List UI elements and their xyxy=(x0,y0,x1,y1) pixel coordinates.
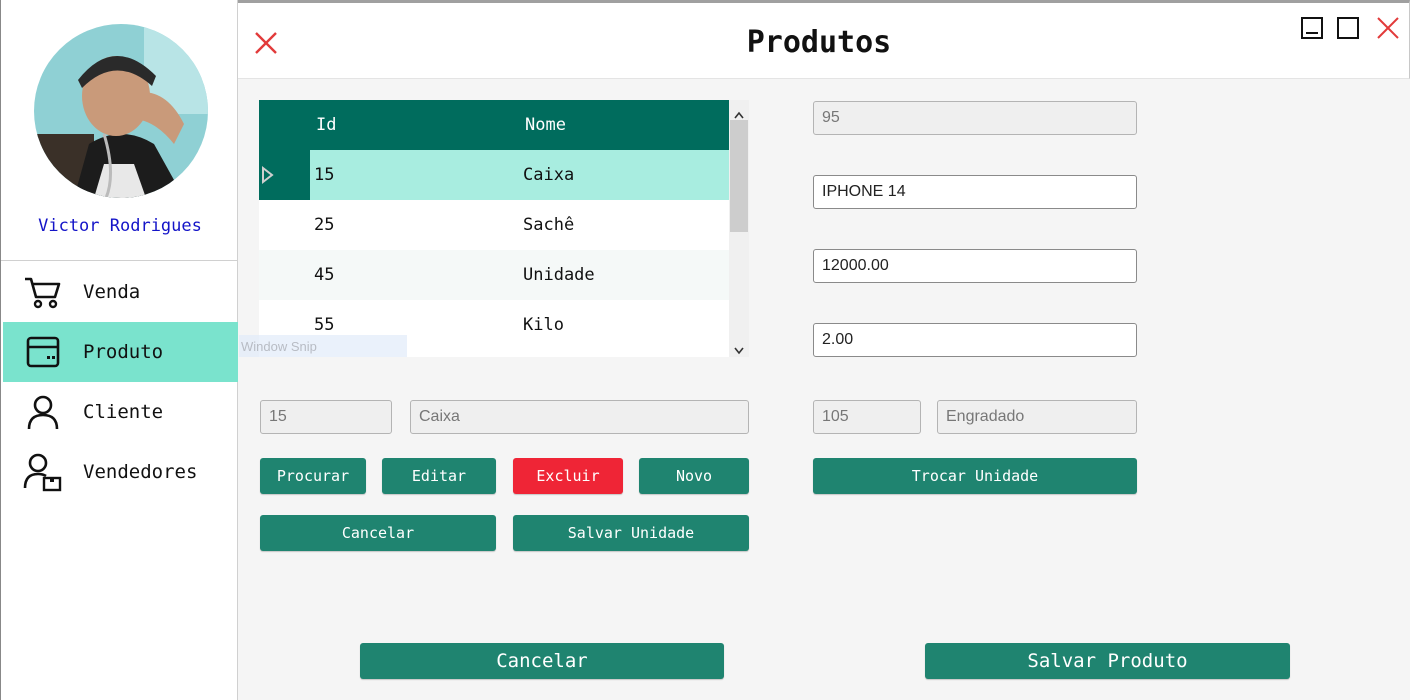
user-name: Victor Rodrigues xyxy=(38,216,202,236)
column-header-id[interactable]: Id xyxy=(316,115,336,135)
table-row[interactable]: 25 Sachê xyxy=(259,200,729,250)
minimize-icon[interactable] xyxy=(1299,15,1325,41)
table-row[interactable]: 45 Unidade xyxy=(259,250,729,300)
user-icon xyxy=(23,392,63,432)
excluir-button[interactable]: Excluir xyxy=(513,458,623,494)
box-icon xyxy=(23,332,63,372)
maximize-icon[interactable] xyxy=(1335,15,1361,41)
product-price-field[interactable] xyxy=(813,249,1137,283)
procurar-button[interactable]: Procurar xyxy=(260,458,366,494)
cell-nome: Kilo xyxy=(523,315,564,335)
sidebar-item-venda[interactable]: Venda xyxy=(3,262,238,322)
table-row[interactable]: 15 Caixa xyxy=(259,150,729,200)
novo-button[interactable]: Novo xyxy=(639,458,749,494)
salvar-produto-button[interactable]: Salvar Produto xyxy=(925,643,1290,679)
cell-id: 25 xyxy=(314,215,335,235)
page-title: Produtos xyxy=(746,25,892,60)
cancelar-unidade-button[interactable]: Cancelar xyxy=(260,515,496,551)
sidebar-item-vendedores[interactable]: Vendedores xyxy=(3,442,238,502)
cell-nome: Unidade xyxy=(523,265,595,285)
row-pointer-icon xyxy=(262,165,274,185)
trocar-unidade-button[interactable]: Trocar Unidade xyxy=(813,458,1137,494)
editar-button[interactable]: Editar xyxy=(382,458,496,494)
row-header xyxy=(259,150,310,200)
cart-icon xyxy=(23,272,63,312)
avatar-image xyxy=(34,24,208,198)
sidebar-item-label: Cliente xyxy=(83,401,164,423)
unit-id-field[interactable] xyxy=(260,400,392,434)
salvar-unidade-button[interactable]: Salvar Unidade xyxy=(513,515,749,551)
product-unit-name-field[interactable] xyxy=(937,400,1137,434)
unit-name-field[interactable] xyxy=(410,400,749,434)
table-scrollbar[interactable] xyxy=(729,100,749,357)
table-header: Id Nome xyxy=(259,100,729,150)
product-name-field[interactable] xyxy=(813,175,1137,209)
seller-icon xyxy=(23,452,63,492)
scroll-up-icon[interactable] xyxy=(733,105,745,119)
sidebar: Victor Rodrigues Venda Produto Cliente V… xyxy=(0,0,239,700)
cell-id: 55 xyxy=(314,315,335,335)
avatar xyxy=(34,24,208,198)
units-table: Id Nome 15 Caixa 25 Sachê 45 Unidade 55 … xyxy=(259,100,749,357)
window-snip-overlay: Window Snip xyxy=(239,335,407,357)
scroll-thumb[interactable] xyxy=(730,120,748,232)
sidebar-item-cliente[interactable]: Cliente xyxy=(3,382,238,442)
main-content: Produtos Id Nome 15 Caixa 25 Sachê 45 Un… xyxy=(238,0,1410,700)
title-bar: Produtos xyxy=(238,0,1410,79)
sidebar-item-label: Produto xyxy=(83,341,164,363)
cell-id: 15 xyxy=(314,165,335,185)
cell-nome: Sachê xyxy=(523,215,575,235)
sidebar-item-label: Vendedores xyxy=(83,461,198,483)
sidebar-item-label: Venda xyxy=(83,281,141,303)
product-id-field[interactable] xyxy=(813,101,1137,135)
scroll-down-icon[interactable] xyxy=(733,341,745,355)
sidebar-divider xyxy=(1,260,239,261)
window-close-icon[interactable] xyxy=(1375,15,1401,41)
column-header-nome[interactable]: Nome xyxy=(525,115,566,135)
sidebar-item-produto[interactable]: Produto xyxy=(3,322,238,382)
cell-id: 45 xyxy=(314,265,335,285)
cancelar-button[interactable]: Cancelar xyxy=(360,643,724,679)
product-unit-id-field[interactable] xyxy=(813,400,921,434)
cell-nome: Caixa xyxy=(523,165,575,185)
product-quantity-field[interactable] xyxy=(813,323,1137,357)
